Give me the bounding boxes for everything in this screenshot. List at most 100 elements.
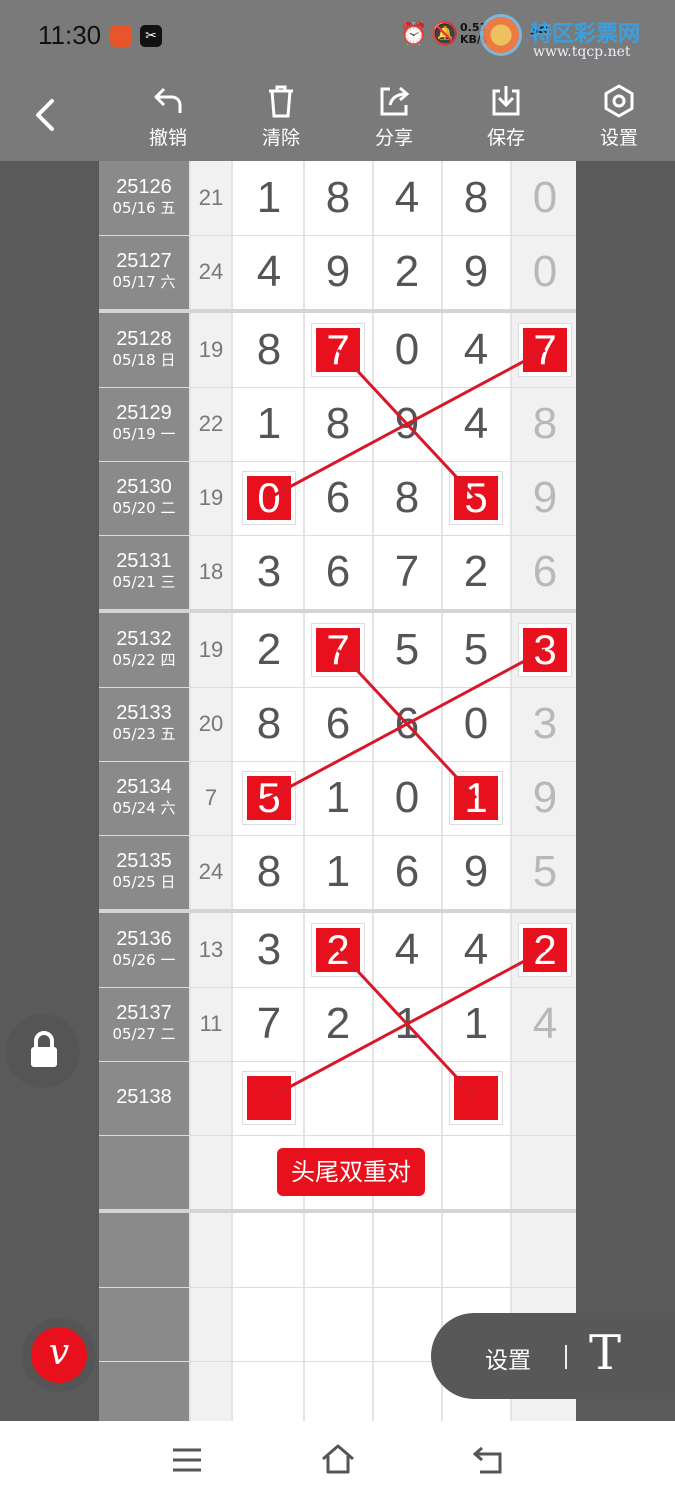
digit-cell[interactable]: 3: [511, 699, 576, 749]
digit-cell[interactable]: 1: [442, 999, 510, 1049]
digit-cell[interactable]: 0: [373, 325, 441, 375]
lottery-trend-grid[interactable]: 头尾双重对 25126 05/16 五 21 1 8 4 8 0 25127 05/17 六 24 4…: [99, 161, 576, 1421]
digit-cell[interactable]: 9: [511, 473, 576, 523]
digit-cell[interactable]: 0: [442, 699, 510, 749]
digit-cell[interactable]: 7: [373, 547, 441, 597]
text-tool-icon[interactable]: T: [589, 1325, 621, 1381]
digit-cell[interactable]: 2: [373, 247, 441, 297]
gear-icon: [584, 83, 654, 119]
highlighted-digit[interactable]: 0: [247, 476, 291, 520]
digit-cell[interactable]: 8: [304, 173, 372, 223]
digit-cell[interactable]: 1: [235, 173, 303, 223]
undo-button[interactable]: 撤销: [133, 83, 203, 150]
digit-cell[interactable]: 5: [373, 625, 441, 675]
highlighted-digit[interactable]: [247, 1076, 291, 1120]
capcut-notification-icon: ✂: [140, 25, 162, 47]
highlighted-digit[interactable]: 7: [316, 328, 360, 372]
period-number: 25134: [116, 776, 172, 798]
digit-cell[interactable]: 4: [442, 325, 510, 375]
digit-cell[interactable]: 5: [511, 847, 576, 897]
digit-cell[interactable]: 1: [304, 773, 372, 823]
digit-cell[interactable]: 6: [511, 547, 576, 597]
sum-cell: 24: [198, 259, 224, 284]
settings-button[interactable]: 设置: [584, 83, 654, 150]
digit-cell[interactable]: 2: [304, 999, 372, 1049]
lock-button[interactable]: [6, 1014, 80, 1088]
digit-cell[interactable]: 4: [235, 247, 303, 297]
period-date: 05/23 五: [112, 725, 176, 743]
digit-cell[interactable]: 6: [373, 699, 441, 749]
digit-cell[interactable]: 3: [235, 547, 303, 597]
digit-cell[interactable]: 0: [511, 173, 576, 223]
digit-cell[interactable]: 2: [442, 547, 510, 597]
highlighted-digit[interactable]: 2: [316, 928, 360, 972]
digit-cell[interactable]: 9: [304, 247, 372, 297]
period-cell: 25132 05/22 四: [99, 627, 189, 669]
share-icon: [359, 83, 429, 119]
floating-settings-panel[interactable]: 设置 T: [431, 1313, 675, 1399]
digit-cell[interactable]: 6: [304, 547, 372, 597]
digit-cell[interactable]: 8: [373, 473, 441, 523]
digit-cell[interactable]: 8: [235, 325, 303, 375]
digit-cell[interactable]: 9: [373, 399, 441, 449]
floating-settings-label[interactable]: 设置: [485, 1341, 531, 1375]
row-divider: [99, 1287, 576, 1288]
menu-icon[interactable]: [172, 1447, 202, 1477]
digit-cell[interactable]: 8: [511, 399, 576, 449]
period-date: 05/20 二: [112, 499, 176, 517]
highlighted-digit[interactable]: 3: [523, 628, 567, 672]
sum-cell: 7: [204, 785, 218, 810]
digit-cell[interactable]: 8: [304, 399, 372, 449]
digit-cell[interactable]: 8: [442, 173, 510, 223]
digit-cell[interactable]: 1: [373, 999, 441, 1049]
digit-cell[interactable]: 0: [511, 247, 576, 297]
period-date: 05/19 一: [112, 425, 176, 443]
digit-cell[interactable]: 4: [442, 925, 510, 975]
digit-cell[interactable]: 3: [235, 925, 303, 975]
digit-cell[interactable]: 6: [304, 473, 372, 523]
highlighted-digit[interactable]: 5: [247, 776, 291, 820]
digit-cell[interactable]: 9: [511, 773, 576, 823]
sum-cell: 13: [198, 937, 224, 962]
digit-cell[interactable]: 2: [235, 625, 303, 675]
digit-cell[interactable]: 8: [235, 699, 303, 749]
digit-cell[interactable]: 5: [442, 625, 510, 675]
back-nav-icon[interactable]: [472, 1445, 504, 1479]
highlighted-digit[interactable]: 1: [454, 776, 498, 820]
pen-button[interactable]: v: [22, 1318, 96, 1392]
digit-cell[interactable]: 0: [373, 773, 441, 823]
digit-cell[interactable]: 4: [442, 399, 510, 449]
undo-label: 撤销: [148, 127, 187, 149]
digit-cell[interactable]: 4: [373, 925, 441, 975]
digit-cell[interactable]: 9: [442, 247, 510, 297]
period-number: 25129: [116, 402, 172, 424]
row-divider: [99, 235, 576, 236]
digit-cell[interactable]: 8: [235, 847, 303, 897]
row-divider: [99, 1135, 576, 1136]
digit-cell[interactable]: 1: [235, 399, 303, 449]
back-icon[interactable]: [30, 95, 58, 142]
period-number: 25126: [116, 176, 172, 198]
highlighted-digit[interactable]: 7: [523, 328, 567, 372]
sum-cell: 19: [198, 337, 224, 362]
digit-cell[interactable]: 9: [442, 847, 510, 897]
highlighted-digit[interactable]: 2: [523, 928, 567, 972]
highlighted-digit[interactable]: 5: [454, 476, 498, 520]
home-icon[interactable]: [320, 1443, 356, 1479]
share-button[interactable]: 分享: [359, 83, 429, 150]
period-number: 25127: [116, 250, 172, 272]
highlighted-digit[interactable]: 7: [316, 628, 360, 672]
alarm-icon: ⏰🔕: [400, 22, 463, 47]
digit-cell[interactable]: 1: [304, 847, 372, 897]
settings-label: 设置: [599, 127, 638, 149]
clear-button[interactable]: 清除: [246, 83, 316, 150]
digit-cell[interactable]: 4: [373, 173, 441, 223]
digit-cell[interactable]: 7: [235, 999, 303, 1049]
undo-icon: [133, 83, 203, 119]
digit-cell[interactable]: 4: [511, 999, 576, 1049]
digit-cell[interactable]: 6: [373, 847, 441, 897]
digit-cell[interactable]: 6: [304, 699, 372, 749]
highlighted-digit[interactable]: [454, 1076, 498, 1120]
save-button[interactable]: 保存: [471, 83, 541, 150]
row-divider: [99, 535, 576, 536]
